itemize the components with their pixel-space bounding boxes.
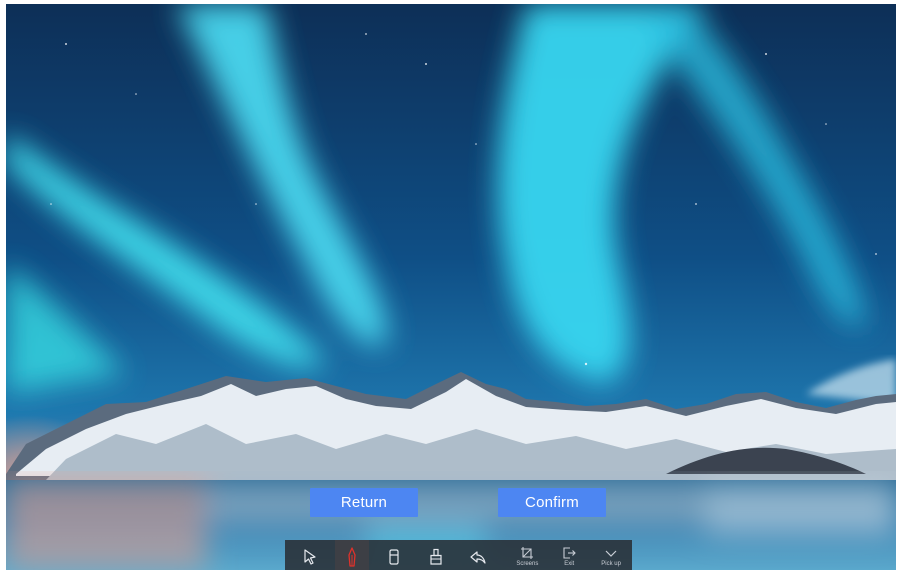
screenshot-tool-button[interactable]: Screens	[506, 540, 548, 570]
select-tool-button[interactable]	[293, 540, 327, 570]
annotation-screen: Return Confirm Screens Exit Pick up	[6, 4, 896, 570]
pick-up-tool-button[interactable]: Pick up	[590, 540, 632, 570]
eraser-icon	[389, 549, 399, 565]
eraser-tool-button[interactable]	[377, 540, 411, 570]
undo-icon	[469, 551, 486, 564]
pick-up-label: Pick up	[601, 561, 621, 567]
cursor-arrow-icon	[304, 549, 316, 565]
exit-icon	[563, 547, 577, 559]
pen-icon	[348, 547, 356, 567]
return-button[interactable]: Return	[310, 488, 418, 517]
clear-icon	[430, 548, 442, 565]
clear-tool-button[interactable]	[419, 540, 453, 570]
annotation-toolbar: Screens Exit Pick up	[285, 540, 632, 570]
chevron-down-icon	[605, 550, 617, 557]
exit-label: Exit	[564, 561, 575, 567]
aurora-background-image	[6, 4, 896, 570]
pen-tool-button[interactable]	[334, 540, 369, 570]
undo-tool-button[interactable]	[461, 540, 495, 570]
exit-tool-button[interactable]: Exit	[548, 540, 590, 570]
screenshot-label: Screens	[516, 561, 539, 567]
confirm-button[interactable]: Confirm	[498, 488, 606, 517]
screenshot-icon	[521, 547, 534, 559]
